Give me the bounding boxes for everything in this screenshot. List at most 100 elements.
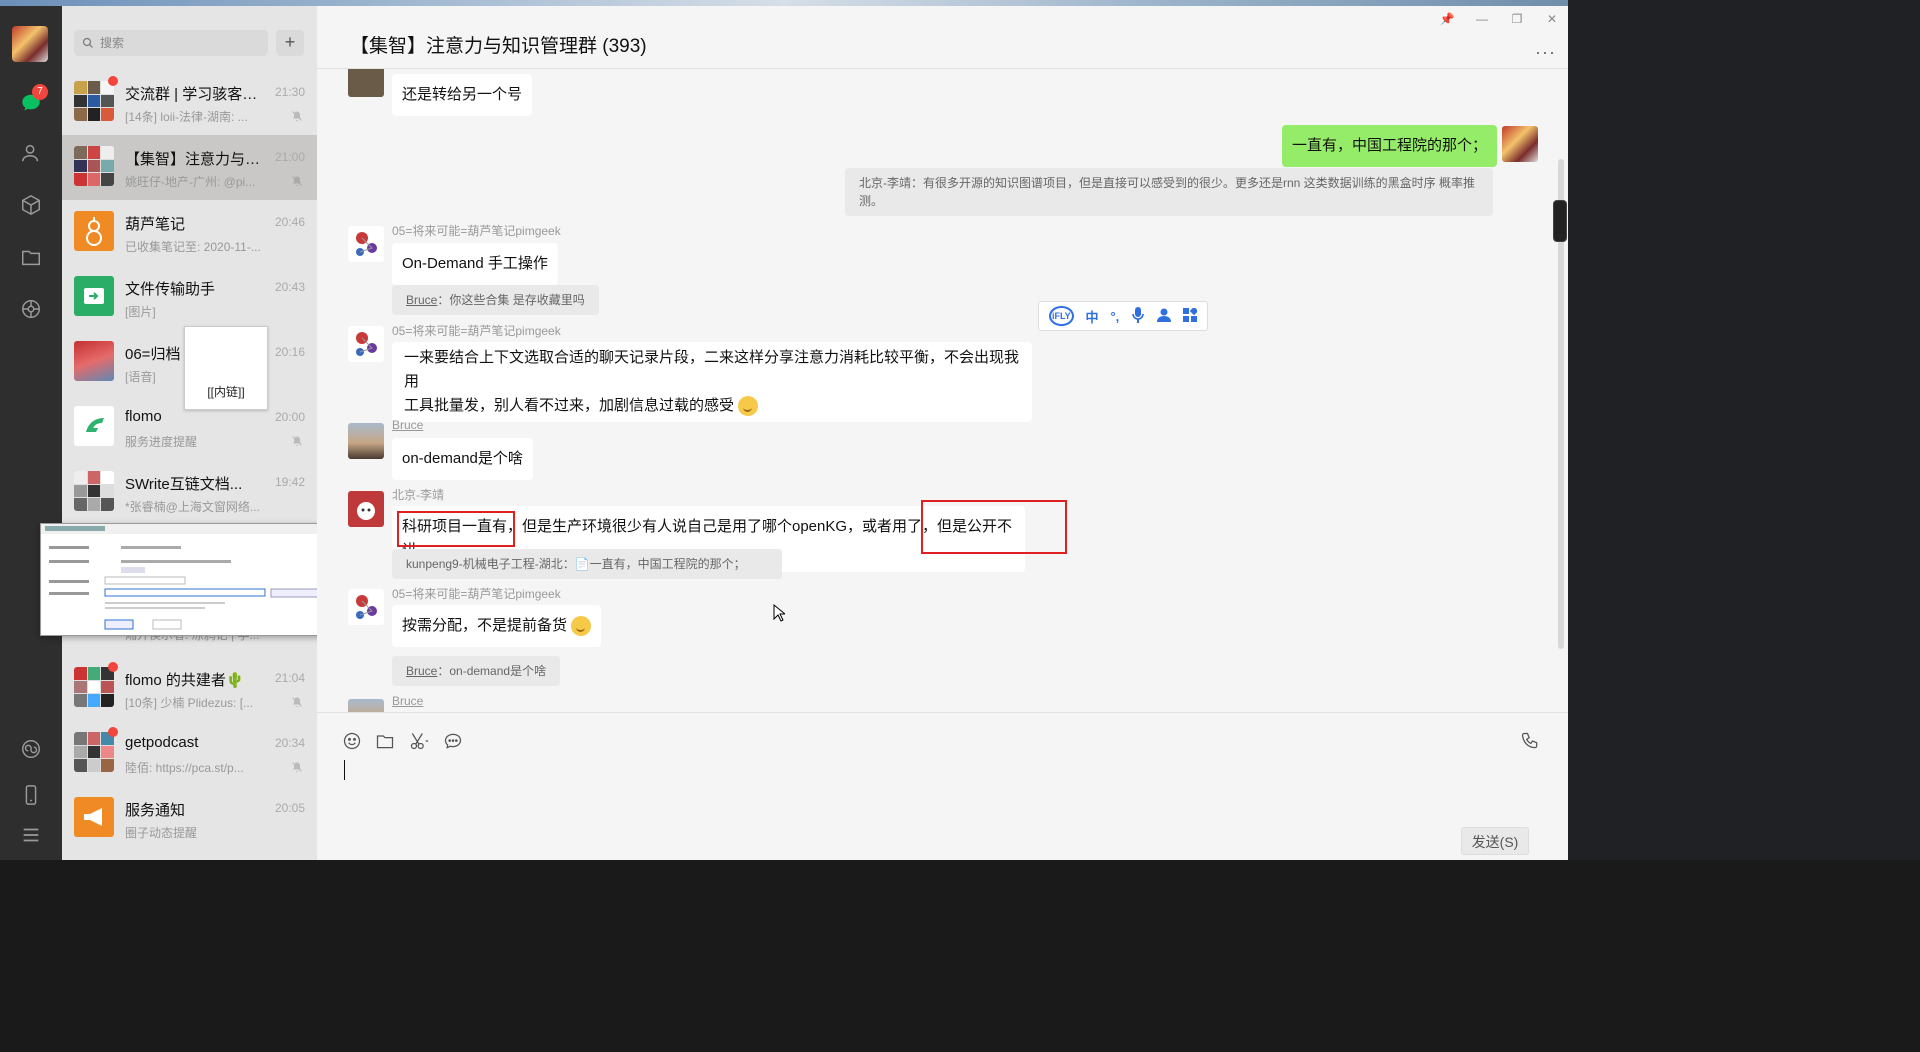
message-bubble[interactable]: 还是转给另一个号 [392,74,533,116]
ime-user-icon[interactable] [1157,308,1172,325]
call-icon[interactable] [1520,731,1540,751]
conversation-preview: [14条] loii-法律-湖南: ... [125,110,248,124]
group-avatar [74,732,114,772]
bruce-avatar[interactable] [348,423,384,459]
search-box[interactable] [74,30,268,56]
minimize-button[interactable]: — [1472,12,1492,28]
my-message-bubble[interactable]: 一直有，中国工程院的那个； [1282,125,1498,167]
conversation-item[interactable]: 交流群 | 学习骇客20... 21:30 [14条] loii-法律-湖南: … [62,70,317,135]
service-notice-avatar [74,797,114,837]
ime-apps-icon[interactable] [1183,306,1199,325]
pin-icon[interactable]: 📌 [1437,12,1457,28]
side-widget[interactable] [1553,200,1567,242]
quoted-message[interactable]: Bruce：on-demand是个啥 [392,656,561,686]
thinking-emoji-icon [571,616,592,637]
highlight-box [921,500,1067,554]
chat-history-icon[interactable] [443,731,463,751]
mute-bell-icon [292,176,302,186]
ime-toolbar[interactable]: iFLY 中 °, [1038,301,1208,331]
conversation-item[interactable]: 文件传输助手 20:43 [图片] [62,265,317,330]
quote-text: ：你这些合集 是存收藏里吗 [437,293,585,307]
left-nav-rail: 7 [0,6,62,860]
group-avatar [74,146,114,186]
inner-link-popup[interactable]: [[内链]] [184,326,268,410]
conversation-preview: [图片] [125,305,156,319]
sender-name: 北京-李靖 [392,488,444,502]
chat-header: 【集智】注意力与知识管理群 (393) 📌 — ❐ ✕ ··· [317,6,1568,69]
contacts-icon[interactable] [16,138,46,168]
pimgeek-avatar[interactable] [348,326,384,362]
emoji-icon[interactable] [342,731,362,751]
pimgeek-avatar[interactable] [348,226,384,262]
more-options-button[interactable]: ··· [1535,42,1556,63]
favorites-icon[interactable] [16,190,46,220]
conversation-list: + 交流群 | 学习骇客20... 21:30 [14条] loii-法律-湖南… [62,6,317,860]
conversation-name: 葫芦笔记 [125,216,186,233]
my-avatar[interactable] [12,26,48,62]
chat-icon[interactable]: 7 [16,84,48,118]
text-caret [344,760,345,780]
quoted-message[interactable]: 北京-李靖：有很多开源的知识图谱项目，但是直接可以感受到的很少。更多还是rnn … [845,168,1493,216]
quote-user-link[interactable]: Bruce [406,293,437,307]
quoted-message[interactable]: kunpeng9-机械电子工程-湖北：📄一直有，中国工程院的那个； [392,549,782,579]
message-bubble[interactable]: 按需分配，不是提前备货 [392,605,602,647]
sender-name[interactable]: Bruce [392,694,423,708]
conversation-time: 20:00 [274,410,305,424]
conversation-item[interactable]: 服务通知 20:05 圈子动态提醒 [62,786,317,851]
message-text: 按需分配，不是提前备货 [402,617,568,634]
desktop-background [1553,0,1920,860]
conversation-item[interactable]: 葫芦笔记 20:46 已收集笔记至: 2020-11-... [62,200,317,265]
quote-user-link[interactable]: Bruce [406,664,437,678]
conversation-item[interactable]: flomo 的共建者🌵 21:04 [10条] 少楠 Plidezus: [..… [62,656,317,721]
add-chat-button[interactable]: + [276,30,304,56]
folder-icon[interactable] [375,731,395,751]
pimgeek-avatar[interactable] [348,589,384,625]
conversation-preview: 已收集笔记至: 2020-11-... [125,240,261,254]
maximize-button[interactable]: ❐ [1507,12,1527,28]
sender-name: 05=将来可能=葫芦笔记pimgeek [392,324,561,338]
installer-window-thumbnail[interactable] [40,523,327,636]
search-input[interactable] [100,36,250,50]
message-bubble[interactable]: 一来要结合上下文选取合适的聊天记录片段，二来这样分享注意力消耗比较平衡，不会出现… [392,342,1032,422]
unread-dot [108,76,118,86]
scissors-icon[interactable] [409,731,429,751]
installer-dialog-preview [41,524,327,630]
li-jing-avatar[interactable] [348,491,384,527]
ime-punctuation-icon[interactable]: °, [1110,309,1119,324]
chat-panel: 【集智】注意力与知识管理群 (393) 📌 — ❐ ✕ ··· 还是转给另一个号… [317,6,1568,860]
close-button[interactable]: ✕ [1542,12,1562,28]
conversation-item-active[interactable]: 【集智】注意力与知... 21:00 姚旺仔-地产-广州: @pi... [62,135,317,200]
message-bubble[interactable]: on-demand是个啥 [392,438,533,480]
ifly-logo-icon[interactable]: iFLY [1048,306,1074,326]
conversation-item[interactable]: getpodcast 20:34 陸佰: https://pca.st/p... [62,721,317,786]
moments-icon[interactable] [16,294,46,324]
my-avatar[interactable] [1502,126,1538,162]
files-icon[interactable] [16,242,46,272]
menu-icon[interactable] [16,820,46,850]
send-button[interactable]: 发送(S) [1461,827,1529,855]
message-input-area: 发送(S) [317,712,1568,860]
mini-program-icon[interactable] [16,734,46,764]
message-list: 还是转给另一个号 一直有，中国工程院的那个； 北京-李靖：有很多开源的知识图谱项… [317,69,1568,712]
conversation-item[interactable]: SWrite互链文档... 19:42 *张睿楠@上海文窗网络... [62,460,317,525]
conversation-time: 21:30 [274,85,305,99]
conversation-time: 20:05 [274,801,305,815]
message-bubble[interactable]: On-Demand 手工操作 [392,243,558,285]
bruce-avatar[interactable] [348,699,384,712]
conversation-time: 20:43 [274,280,305,294]
mouse-cursor-icon [773,604,785,622]
group-avatar [74,471,114,511]
conversation-name: getpodcast [125,734,199,751]
conversation-preview: 圈子动态提醒 [125,826,198,840]
sender-name: 05=将来可能=葫芦笔记pimgeek [392,224,561,238]
ime-chinese-mode[interactable]: 中 [1086,307,1099,326]
unread-dot [108,727,118,737]
conversation-time: 20:34 [274,736,305,750]
desktop-background-bottom [0,860,1920,1052]
quoted-message[interactable]: Bruce：你这些合集 是存收藏里吗 [392,285,599,315]
ime-voice-icon[interactable] [1131,306,1145,326]
phone-icon[interactable] [16,780,46,810]
thinking-emoji-icon [738,396,759,417]
member-avatar[interactable] [348,69,384,97]
sender-name[interactable]: Bruce [392,418,423,432]
